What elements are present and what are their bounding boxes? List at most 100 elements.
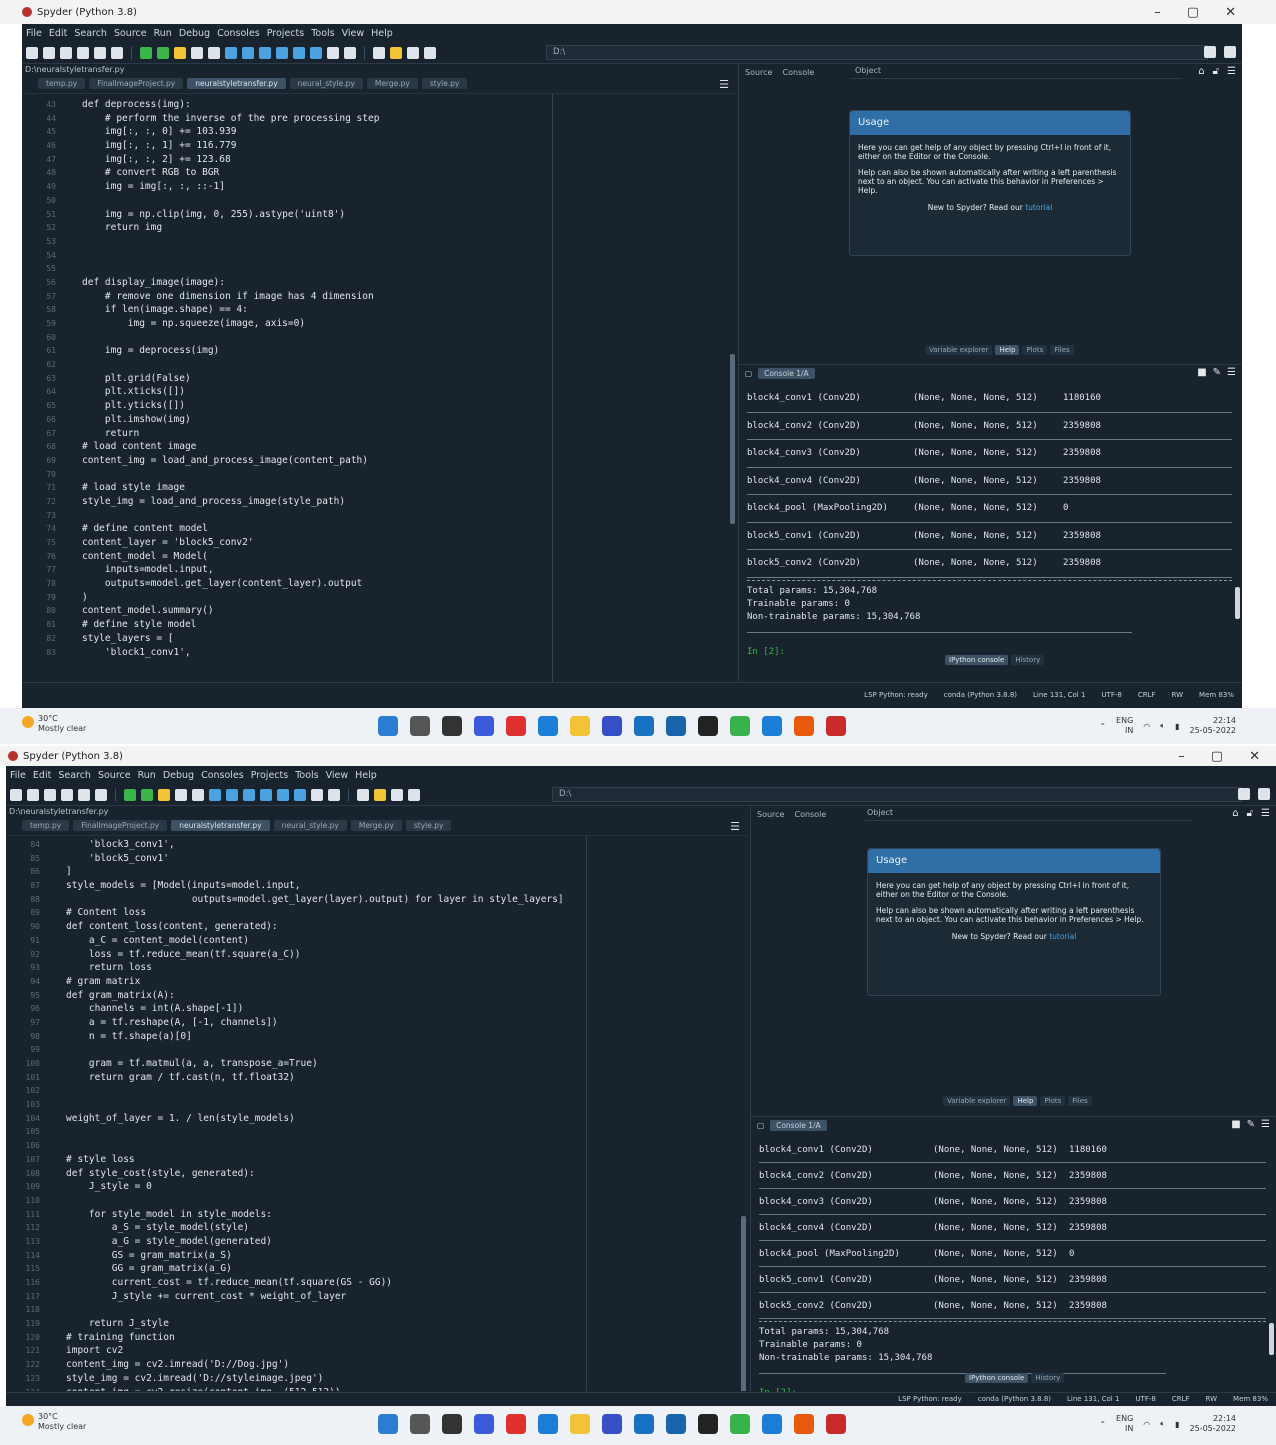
word-icon[interactable] (762, 1414, 782, 1434)
run-cell-advance-icon[interactable] (174, 46, 186, 59)
back-arrow-icon[interactable] (407, 46, 419, 59)
browse-folder-icon[interactable] (1238, 788, 1250, 800)
console-scrollbar[interactable] (1235, 587, 1240, 619)
weather-widget[interactable]: 30°C Mostly clear (22, 714, 86, 734)
stop-console-icon[interactable]: ■ (1197, 367, 1206, 378)
console-output[interactable]: block4_conv1 (Conv2D) (None, None, None, … (759, 1137, 1266, 1398)
run-icon[interactable] (140, 46, 152, 59)
console-scrollbar[interactable] (1269, 1323, 1274, 1355)
maximize-icon[interactable]: ▢ (1211, 749, 1223, 764)
console-options-icon[interactable]: ☰ (1227, 367, 1236, 378)
menu-source[interactable]: Source (98, 770, 131, 781)
save-icon[interactable] (60, 46, 72, 59)
wifi-icon[interactable]: ◠ (1143, 722, 1150, 731)
menu-edit[interactable]: Edit (49, 28, 67, 39)
at-icon[interactable] (95, 788, 107, 801)
minimize-icon[interactable]: – (1154, 5, 1161, 20)
clear-console-icon[interactable]: ✎ (1213, 367, 1221, 378)
continue-icon[interactable] (277, 788, 289, 801)
tutorial-link[interactable]: tutorial (1049, 932, 1076, 941)
open-file-icon[interactable] (27, 788, 39, 801)
run-selection-icon[interactable] (175, 788, 187, 801)
chrome-icon[interactable] (730, 716, 750, 736)
mail-icon[interactable] (666, 1414, 686, 1434)
tab-help[interactable]: Help (1013, 1096, 1038, 1106)
maximize-pane-icon[interactable] (327, 46, 339, 59)
rerun-icon[interactable] (208, 46, 220, 59)
debug-icon[interactable] (225, 46, 237, 59)
forward-arrow-icon[interactable] (424, 46, 436, 59)
at-icon[interactable] (111, 46, 123, 59)
hamburger-icon[interactable]: ☰ (730, 820, 740, 833)
menu-tools[interactable]: Tools (311, 28, 334, 39)
chat-icon[interactable] (474, 716, 494, 736)
save-icon[interactable] (44, 788, 56, 801)
working-directory-input[interactable]: D:\ (552, 787, 1242, 802)
start-icon[interactable] (378, 716, 398, 736)
menu-view[interactable]: View (326, 770, 349, 781)
tab-variable-explorer[interactable]: Variable explorer (925, 345, 993, 355)
editor-tab[interactable]: Merge.py (350, 820, 402, 831)
store-icon[interactable] (602, 716, 622, 736)
editor-tab[interactable]: FinalImageProject.py (89, 78, 184, 89)
lang-primary[interactable]: ENG (1116, 716, 1133, 725)
fullscreen-icon[interactable] (328, 788, 340, 801)
menu-projects[interactable]: Projects (251, 770, 288, 781)
weather-widget[interactable]: 30°C Mostly clear (22, 1412, 86, 1432)
tutorial-link[interactable]: tutorial (1025, 203, 1052, 212)
spyder-taskbar-icon[interactable] (826, 1414, 846, 1434)
open-file-icon[interactable] (43, 46, 55, 59)
run-cell-icon[interactable] (141, 788, 153, 801)
volume-icon[interactable]: 🔈︎ (1160, 721, 1165, 731)
word-icon[interactable] (762, 716, 782, 736)
help-source-select[interactable]: Console (782, 68, 814, 77)
lang-primary[interactable]: ENG (1116, 1414, 1133, 1423)
menu-search[interactable]: Search (74, 28, 107, 39)
spyder-taskbar-icon[interactable] (826, 716, 846, 736)
menu-debug[interactable]: Debug (179, 28, 210, 39)
task-view-icon[interactable] (442, 1414, 462, 1434)
volume-icon[interactable]: 🔈︎ (1160, 1419, 1165, 1429)
menu-consoles[interactable]: Consoles (217, 28, 260, 39)
step-into-icon[interactable] (243, 788, 255, 801)
step-return-icon[interactable] (260, 788, 272, 801)
menu-search[interactable]: Search (58, 770, 91, 781)
editor-tab[interactable]: FinalImageProject.py (73, 820, 168, 831)
home-icon[interactable]: ⌂ (1232, 808, 1238, 819)
editor-scrollbar[interactable] (730, 354, 735, 524)
help-object-input[interactable]: Object (851, 66, 1181, 79)
save-all-icon[interactable] (61, 788, 73, 801)
tab-help[interactable]: Help (995, 345, 1020, 355)
continue-icon[interactable] (293, 46, 305, 59)
menu-view[interactable]: View (342, 28, 365, 39)
menu-edit[interactable]: Edit (33, 770, 51, 781)
new-file-icon[interactable] (10, 788, 22, 801)
stop-console-icon[interactable]: ■ (1231, 1119, 1240, 1130)
forward-arrow-icon[interactable] (408, 788, 420, 801)
editor-tab[interactable]: Merge.py (366, 78, 418, 89)
tab-ipython-console[interactable]: IPython console (965, 1373, 1029, 1383)
edge-browser-icon[interactable] (538, 1414, 558, 1434)
dropbox-icon[interactable] (698, 1414, 718, 1434)
save-all-icon[interactable] (77, 46, 89, 59)
powerpoint-icon[interactable] (794, 716, 814, 736)
step-icon[interactable] (226, 788, 238, 801)
parent-folder-icon[interactable] (1258, 788, 1270, 800)
menu-tools[interactable]: Tools (295, 770, 318, 781)
file-explorer-icon[interactable] (570, 1414, 590, 1434)
step-return-icon[interactable] (276, 46, 288, 59)
app-icon[interactable] (506, 1414, 526, 1434)
menu-source[interactable]: Source (114, 28, 147, 39)
fullscreen-icon[interactable] (344, 46, 356, 59)
outlook-icon[interactable] (634, 1414, 654, 1434)
run-selection-icon[interactable] (191, 46, 203, 59)
editor-tab[interactable]: temp.py (38, 78, 86, 89)
list-icon[interactable] (94, 46, 106, 59)
tab-plots[interactable]: Plots (1040, 1096, 1066, 1106)
tab-variable-explorer[interactable]: Variable explorer (943, 1096, 1011, 1106)
options-icon[interactable]: ☰ (1227, 66, 1236, 77)
search-icon[interactable] (410, 716, 430, 736)
editor-tab[interactable]: neural_style.py (273, 820, 347, 831)
mail-icon[interactable] (666, 716, 686, 736)
menu-consoles[interactable]: Consoles (201, 770, 244, 781)
